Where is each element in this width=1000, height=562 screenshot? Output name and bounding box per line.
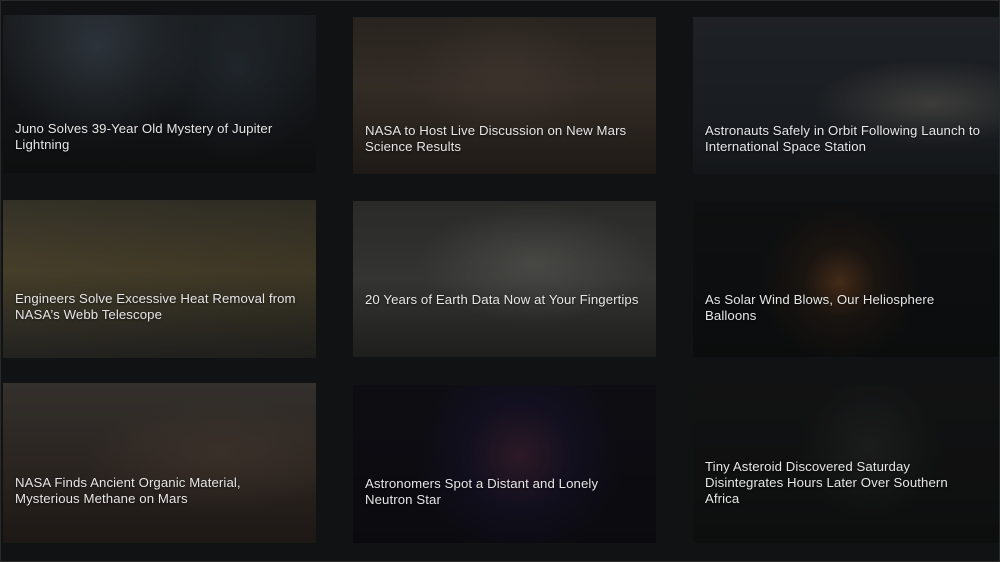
card-overlay: [3, 200, 316, 358]
card-title: NASA to Host Live Discussion on New Mars…: [365, 123, 627, 154]
news-card-mars-discussion[interactable]: NASA to Host Live Discussion on New Mars…: [353, 17, 656, 174]
news-card-juno[interactable]: Juno Solves 39-Year Old Mystery of Jupit…: [3, 15, 316, 173]
card-title: Juno Solves 39-Year Old Mystery of Jupit…: [15, 121, 273, 152]
card-overlay: [693, 201, 999, 357]
card-title: 20 Years of Earth Data Now at Your Finge…: [365, 292, 639, 307]
card-overlay: [3, 383, 316, 543]
news-card-webb-heat[interactable]: Engineers Solve Excessive Heat Removal f…: [3, 200, 316, 358]
news-card-mars-organic[interactable]: NASA Finds Ancient Organic Material, Mys…: [3, 383, 316, 543]
news-card-astronauts-orbit[interactable]: Astronauts Safely in Orbit Following Lau…: [693, 17, 999, 174]
news-card-neutron-star[interactable]: Astronomers Spot a Distant and Lonely Ne…: [353, 385, 656, 543]
card-overlay: [353, 385, 656, 543]
card-title: Astronauts Safely in Orbit Following Lau…: [705, 123, 981, 154]
card-overlay: [353, 201, 656, 357]
card-title: NASA Finds Ancient Organic Material, Mys…: [15, 475, 241, 506]
news-card-tiny-asteroid[interactable]: Tiny Asteroid Discovered Saturday Disint…: [693, 385, 999, 543]
news-card-earth-data[interactable]: 20 Years of Earth Data Now at Your Finge…: [353, 201, 656, 357]
card-title: Astronomers Spot a Distant and Lonely Ne…: [365, 476, 599, 507]
card-title: Engineers Solve Excessive Heat Removal f…: [15, 291, 296, 322]
card-title: Tiny Asteroid Discovered Saturday Disint…: [705, 459, 948, 506]
card-title: As Solar Wind Blows, Our Heliosphere Bal…: [705, 292, 935, 323]
news-grid: Juno Solves 39-Year Old Mystery of Jupit…: [0, 0, 1000, 562]
news-card-heliosphere[interactable]: As Solar Wind Blows, Our Heliosphere Bal…: [693, 201, 999, 357]
